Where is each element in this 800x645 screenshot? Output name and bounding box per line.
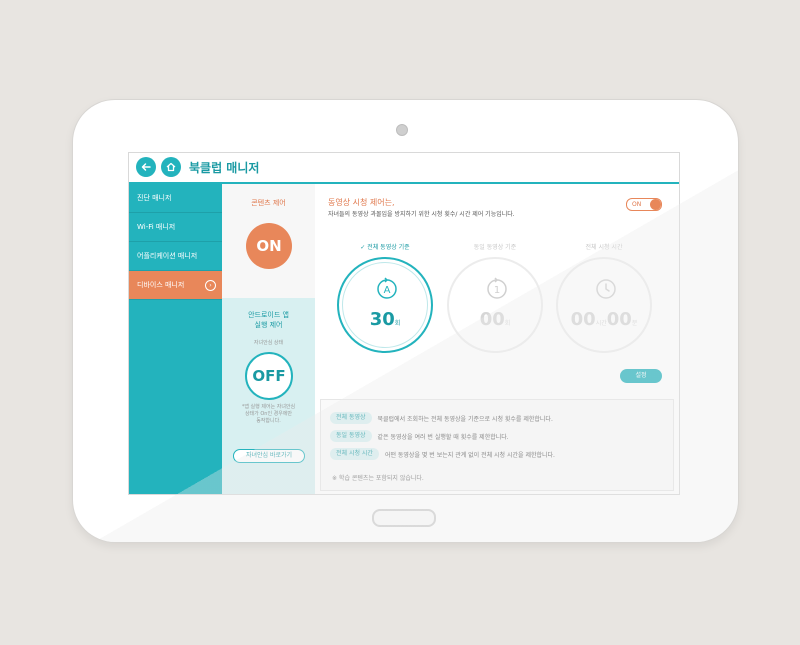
info-description: 어떤 동영상을 몇 번 보는지 관계 없이 전체 시청 시간을 제한합니다. — [384, 451, 555, 459]
auto-repeat-icon: A — [377, 277, 397, 299]
minutes-unit: 분 — [631, 320, 638, 327]
content-control-toggle[interactable]: ON — [246, 223, 292, 269]
clock-icon — [596, 279, 616, 299]
svg-text:1: 1 — [494, 285, 500, 296]
content-control-panel: 콘텐츠 제어 ON — [222, 184, 315, 298]
tablet-device: 북클럽 매니저 진단 매니저 Wi-Fi 매니저 어플리케이션 매니저 디바이스… — [73, 100, 738, 542]
arrow-left-icon — [141, 163, 151, 171]
gauge-label-same-video: 동일 동영상 기준 — [473, 244, 517, 251]
android-control-panel: 안드로이드 앱 실행 제어 자녀안심 상태 OFF *앱 실행 제어는 자녀안심… — [222, 298, 315, 494]
gauge-same-video[interactable]: 1 00회 — [447, 257, 543, 353]
android-control-note: *앱 실행 제어는 자녀안심 상태가 On인 경우에만 동작합니다. — [222, 404, 315, 425]
info-tag: 동일 동영상 — [330, 430, 372, 442]
home-button[interactable] — [161, 157, 181, 177]
app-screen: 북클럽 매니저 진단 매니저 Wi-Fi 매니저 어플리케이션 매니저 디바이스… — [128, 152, 680, 495]
gauge-total-time[interactable]: 00시간00분 — [556, 257, 652, 353]
sidebar-item-wifi[interactable]: Wi-Fi 매니저 — [129, 213, 222, 242]
control-column: 콘텐츠 제어 ON 안드로이드 앱 실행 제어 자녀안심 상태 OFF *앱 실… — [222, 184, 315, 494]
info-description: 같은 동영상을 여러 번 실행할 때 횟수를 제한합니다. — [377, 433, 509, 441]
note-line: *앱 실행 제어는 자녀안심 — [241, 404, 296, 410]
count-value: 00 — [479, 309, 505, 330]
hours-value: 00 — [570, 309, 596, 330]
minutes-value: 00 — [606, 309, 632, 330]
repeat-one-icon: 1 — [487, 277, 507, 299]
child-safety-status-label: 자녀안심 상태 — [253, 340, 284, 346]
sidebar-item-application[interactable]: 어플리케이션 매니저 — [129, 242, 222, 271]
gauge-value: 00회 — [449, 309, 541, 330]
info-row: 전체 시청 시간 어떤 동영상을 몇 번 보는지 관계 없이 전체 시청 시간을… — [330, 448, 555, 460]
sidebar-item-label: Wi-Fi 매니저 — [137, 223, 176, 231]
android-control-label: 안드로이드 앱 — [248, 311, 289, 319]
child-safety-link-button[interactable]: 자녀안심 바로가기 — [233, 449, 305, 463]
info-box: 전체 동영상 북클럽에서 조회하는 전체 동영상을 기준으로 시청 횟수를 제한… — [320, 399, 674, 491]
gauge-total-videos[interactable]: A 30회 — [337, 257, 433, 353]
gauge-value: 00시간00분 — [558, 309, 650, 330]
sidebar: 진단 매니저 Wi-Fi 매니저 어플리케이션 매니저 디바이스 매니저 › — [129, 184, 222, 494]
android-control-label-2: 실행 제어 — [254, 321, 283, 329]
note-line: 동작합니다. — [256, 418, 281, 424]
video-control-toggle[interactable]: ON — [626, 198, 662, 211]
info-note: ※ 학습 콘텐츠는 포함되지 않습니다. — [332, 475, 424, 482]
svg-text:A: A — [384, 285, 391, 296]
count-unit: 회 — [394, 320, 401, 327]
note-line: 상태가 On인 경우에만 — [244, 411, 293, 417]
video-control-panel: 동영상 시청 제어는, 자녀들의 동영상 과몰입을 방지하기 위한 시청 횟수/… — [315, 184, 679, 494]
sidebar-item-label: 어플리케이션 매니저 — [137, 252, 198, 260]
sidebar-item-device[interactable]: 디바이스 매니저 › — [129, 271, 222, 300]
video-control-description: 자녀들의 동영상 과몰입을 방지하기 위한 시청 횟수/ 시간 제어 기능입니다… — [328, 211, 515, 218]
hours-unit: 시간 — [595, 320, 607, 327]
gauge-label-total-time: 전체 시청 시간 — [585, 244, 623, 251]
back-button[interactable] — [136, 157, 156, 177]
chevron-right-icon: › — [205, 280, 216, 291]
home-icon — [166, 162, 176, 172]
info-description: 북클럽에서 조회하는 전체 동영상을 기준으로 시청 횟수를 제한합니다. — [377, 415, 553, 423]
content-control-label: 콘텐츠 제어 — [251, 199, 286, 207]
toggle-label: ON — [632, 201, 642, 208]
gauge-value: 30회 — [339, 309, 431, 330]
app-header: 북클럽 매니저 — [129, 153, 679, 184]
sidebar-item-diagnosis[interactable]: 진단 매니저 — [129, 184, 222, 213]
gauge-label-total-videos: ✓ 전체 동영상 기준 — [360, 244, 410, 251]
sidebar-item-label: 디바이스 매니저 — [137, 281, 185, 289]
camera-icon — [396, 124, 408, 136]
info-tag: 전체 시청 시간 — [330, 448, 379, 460]
hardware-home-button[interactable] — [372, 509, 436, 527]
count-unit: 회 — [504, 320, 511, 327]
android-control-toggle[interactable]: OFF — [245, 352, 293, 400]
video-control-title: 동영상 시청 제어는, — [328, 198, 395, 207]
count-value: 30 — [369, 309, 395, 330]
settings-button[interactable]: 설정 — [620, 369, 662, 383]
info-row: 전체 동영상 북클럽에서 조회하는 전체 동영상을 기준으로 시청 횟수를 제한… — [330, 412, 553, 424]
sidebar-item-label: 진단 매니저 — [137, 194, 172, 202]
info-tag: 전체 동영상 — [330, 412, 372, 424]
page-title: 북클럽 매니저 — [189, 161, 260, 175]
info-row: 동일 동영상 같은 동영상을 여러 번 실행할 때 횟수를 제한합니다. — [330, 430, 509, 442]
toggle-knob — [650, 199, 661, 210]
